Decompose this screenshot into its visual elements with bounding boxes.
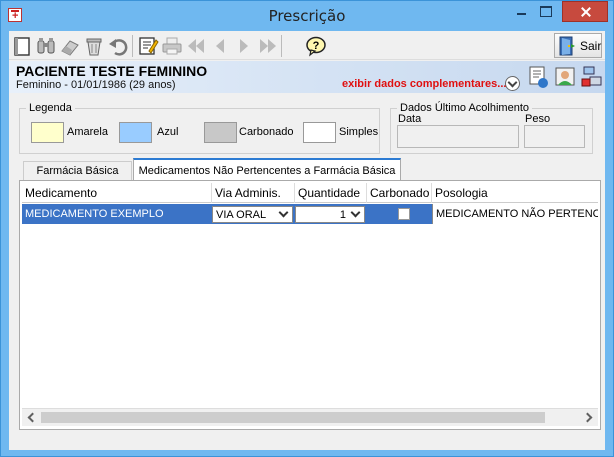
scroll-left-icon[interactable] xyxy=(22,409,39,426)
cell-medicamento[interactable]: MEDICAMENTO EXEMPLO xyxy=(22,204,212,224)
cell-posologia[interactable]: MEDICAMENTO NÃO PERTENCENTE xyxy=(432,204,598,224)
new-icon[interactable] xyxy=(11,35,33,57)
maximize-button[interactable] xyxy=(538,1,554,22)
prev-icon[interactable] xyxy=(209,35,231,57)
patient-header: PACIENTE TESTE FEMININO Feminino - 01/01… xyxy=(9,61,605,93)
horizontal-scrollbar[interactable] xyxy=(22,408,598,426)
via-administracao-select[interactable]: VIA ORAL xyxy=(212,206,293,223)
data-label: Data xyxy=(398,113,422,125)
help-icon[interactable]: ? xyxy=(305,35,327,57)
legend-swatch-azul xyxy=(119,122,152,143)
svg-text:?: ? xyxy=(313,40,320,52)
patient-card-icon[interactable] xyxy=(527,65,549,89)
patient-details: Feminino - 01/01/1986 (29 anos) xyxy=(16,79,176,91)
peso-field xyxy=(524,125,585,148)
trash-icon[interactable] xyxy=(83,35,105,57)
tab-medicamentos-nao-pertencentes[interactable]: Medicamentos Não Pertencentes a Farmácia… xyxy=(133,158,401,182)
via-administracao-value: VIA ORAL xyxy=(216,209,267,221)
data-field xyxy=(397,125,519,148)
legend-label-azul: Azul xyxy=(157,126,179,138)
eraser-icon[interactable] xyxy=(59,35,81,57)
app-window: Prescrição xyxy=(0,0,614,457)
next-icon[interactable] xyxy=(233,35,255,57)
last-icon[interactable] xyxy=(257,35,279,57)
toolbar: ? Sair xyxy=(9,31,605,60)
expand-chevron-icon[interactable] xyxy=(505,76,520,91)
chevron-down-icon[interactable] xyxy=(350,209,362,220)
client-area: ? Sair PACIENTE TESTE FEMININO Feminino … xyxy=(9,31,605,450)
quantidade-value: 1 xyxy=(339,209,346,221)
title-bar[interactable]: Prescrição xyxy=(1,1,613,31)
sair-label: Sair xyxy=(580,39,602,53)
chevron-down-icon[interactable] xyxy=(278,209,290,220)
legend-label-simples: Simples xyxy=(339,126,379,138)
grid-header: Medicamento Via Adminis. Quantidade Carb… xyxy=(22,183,598,203)
medication-grid: Medicamento Via Adminis. Quantidade Carb… xyxy=(19,180,601,430)
legend-label-carbonado: Carbonado xyxy=(239,126,294,138)
scroll-thumb[interactable] xyxy=(41,412,545,423)
legend-swatch-carbonado xyxy=(204,122,237,143)
legend-label-amarela: Amarela xyxy=(67,126,108,138)
toolbar-separator xyxy=(281,35,282,57)
binoculars-icon[interactable] xyxy=(35,35,57,57)
close-button[interactable] xyxy=(562,1,608,22)
first-icon[interactable] xyxy=(185,35,207,57)
sair-button[interactable]: Sair xyxy=(554,33,602,58)
printer-icon[interactable] xyxy=(161,35,183,57)
patient-contact-icon[interactable] xyxy=(554,65,576,89)
column-quantidade[interactable]: Quantidade xyxy=(295,183,367,203)
carbonado-checkbox[interactable] xyxy=(398,208,410,220)
tab-farmacia-basica[interactable]: Farmácia Básica xyxy=(23,161,132,182)
scroll-right-icon[interactable] xyxy=(581,409,598,426)
exit-door-icon xyxy=(558,36,576,56)
legend-swatch-amarela xyxy=(31,122,64,143)
table-row[interactable]: MEDICAMENTO EXEMPLO VIA ORAL 1 MEDICAMEN… xyxy=(22,204,598,224)
legend-title: Legenda xyxy=(29,102,72,114)
column-posologia[interactable]: Posologia xyxy=(432,183,598,203)
complementary-data-link[interactable]: exibir dados complementares... xyxy=(342,78,506,90)
minimize-button[interactable] xyxy=(514,1,530,22)
patient-name: PACIENTE TESTE FEMININO xyxy=(16,63,208,79)
patient-network-icon[interactable] xyxy=(581,65,603,89)
undo-icon[interactable] xyxy=(107,35,129,57)
column-medicamento[interactable]: Medicamento xyxy=(22,183,212,203)
peso-label: Peso xyxy=(525,113,551,125)
quantidade-select[interactable]: 1 xyxy=(295,206,365,223)
legend-swatch-simples xyxy=(303,122,336,143)
column-via-administracao[interactable]: Via Adminis. xyxy=(212,183,295,203)
toolbar-separator xyxy=(132,35,133,57)
column-carbonado[interactable]: Carbonado xyxy=(367,183,432,203)
edit-icon[interactable] xyxy=(137,35,159,57)
